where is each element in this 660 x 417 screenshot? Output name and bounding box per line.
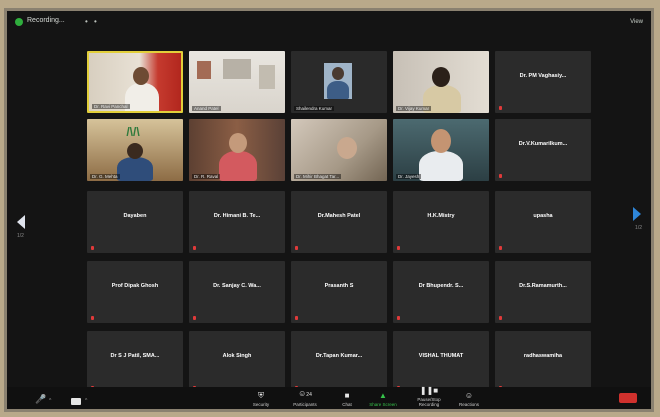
participant-name: Prasanth S xyxy=(324,283,354,289)
muted-mic-icon xyxy=(192,315,198,321)
muted-mic-icon xyxy=(396,315,402,321)
video-tile[interactable]: Dr. Mihir Bhagat Tar... xyxy=(291,119,387,181)
smiley-icon: ☺ xyxy=(464,391,474,400)
recording-controls[interactable]: • • xyxy=(85,17,99,26)
participant-tile[interactable]: VISHAL THUMAT xyxy=(393,331,489,393)
view-button[interactable]: View xyxy=(630,19,643,25)
shield-icon: ⛨ xyxy=(258,391,264,400)
participant-tile[interactable]: H.K.Mistry xyxy=(393,191,489,253)
video-tile[interactable]: Anand Patel xyxy=(189,51,285,113)
participant-name: radhaswamiha xyxy=(523,353,563,359)
audio-options-chevron-icon[interactable]: ^ xyxy=(49,398,51,404)
participant-name-label: Dr. Jayesh xyxy=(396,174,422,179)
participant-tile[interactable]: Dr. Himani B. Te... xyxy=(189,191,285,253)
muted-mic-icon xyxy=(498,105,504,111)
chat-bubble-icon: ■ xyxy=(344,391,350,400)
pause-stop-recording-button[interactable]: ❚❚■ Pause/Stop Recording xyxy=(407,386,451,407)
video-tile[interactable]: Dr. Vijay Kumar xyxy=(393,51,489,113)
participant-name-label: Dr. R. Raval xyxy=(192,174,221,179)
participant-name: Dr. Himani B. Te... xyxy=(213,213,261,219)
participant-tile[interactable]: Dayaben xyxy=(87,191,183,253)
recording-status: Recording... xyxy=(27,17,65,24)
muted-mic-icon xyxy=(498,245,504,251)
video-tile[interactable]: Dr. Jayesh xyxy=(393,119,489,181)
video-camera-icon[interactable] xyxy=(71,398,81,405)
muted-mic-icon xyxy=(498,173,504,179)
participant-name: Alok Singh xyxy=(222,353,252,359)
microphone-icon[interactable]: 🎤 xyxy=(35,394,46,405)
participant-name-label: Dr. Mihir Bhagat Tar... xyxy=(294,174,342,179)
video-tile[interactable]: Shailendra Kumar xyxy=(291,51,387,113)
muted-mic-icon xyxy=(294,245,300,251)
page-indicator-right: 1/2 xyxy=(635,225,642,231)
participant-tile[interactable]: Dr.S.Ramamurth... xyxy=(495,261,591,323)
participant-name-label: Shailendra Kumar xyxy=(294,106,335,111)
participant-tile[interactable]: Prof Dipak Ghosh xyxy=(87,261,183,323)
participant-name: Dr.Tapan Kumar... xyxy=(315,353,363,359)
participant-name-label: Dr. G. Mehta xyxy=(90,174,120,179)
gallery-grid: Dr. Ravi Panchal Anand Patel Shailendra … xyxy=(87,51,592,393)
security-button[interactable]: ⛨ Security xyxy=(243,391,279,407)
people-icon: ☺24 xyxy=(298,389,312,398)
share-screen-button[interactable]: ▲ Share Screen xyxy=(365,391,401,407)
participant-name-label: Anand Patel xyxy=(192,106,221,111)
participants-button[interactable]: ☺24 Participants xyxy=(287,389,323,407)
participant-name: upasha xyxy=(533,213,553,219)
muted-mic-icon xyxy=(192,245,198,251)
participant-tile[interactable]: radhaswamiha xyxy=(495,331,591,393)
participant-tile[interactable]: Dr Bhupendr. S... xyxy=(393,261,489,323)
participant-tile[interactable]: Dr. Sanjay C. Wa... xyxy=(189,261,285,323)
participant-tile[interactable]: Alok Singh xyxy=(189,331,285,393)
participant-name: H.K.Mistry xyxy=(427,213,455,219)
participant-name: VISHAL THUMAT xyxy=(418,353,464,359)
muted-mic-icon xyxy=(498,315,504,321)
end-meeting-button[interactable] xyxy=(619,393,637,403)
participant-name-label: Dr. Ravi Panchal xyxy=(92,104,130,109)
video-options-chevron-icon[interactable]: ^ xyxy=(85,398,87,404)
participant-tile[interactable]: Dr.Tapan Kumar... xyxy=(291,331,387,393)
muted-mic-icon xyxy=(90,245,96,251)
participant-name: Dr.V.Kumarilkum... xyxy=(518,141,568,147)
participant-name: Dr S J Patil, SMA... xyxy=(110,353,160,359)
participant-name-label: Dr. Vijay Kumar xyxy=(396,106,432,111)
chat-button[interactable]: ■ Chat xyxy=(329,391,365,407)
meeting-toolbar: 🎤 ^ ^ ⛨ Security ☺24 Participants ■ Chat… xyxy=(7,386,651,409)
muted-mic-icon xyxy=(396,245,402,251)
video-tile[interactable]: Dr. Ravi Panchal xyxy=(87,51,183,113)
recording-indicator-icon xyxy=(15,18,23,26)
share-screen-icon: ▲ xyxy=(379,391,387,400)
previous-page-arrow-icon[interactable] xyxy=(17,215,25,229)
participant-tile[interactable]: Prasanth S xyxy=(291,261,387,323)
page-indicator-left: 1/2 xyxy=(17,233,24,239)
top-bar: Recording... • • View xyxy=(7,11,651,33)
participant-name: Dayaben xyxy=(123,213,147,219)
participant-name: Dr. Sanjay C. Wa... xyxy=(213,283,261,289)
participant-name: Dr. PM Vaghasiy... xyxy=(519,73,567,79)
participant-tile[interactable]: Dr. PM Vaghasiy... xyxy=(495,51,591,113)
participant-name: Dr.S.Ramamurth... xyxy=(519,283,567,289)
participant-tile[interactable]: Dr.V.Kumarilkum... xyxy=(495,119,591,181)
reactions-button[interactable]: ☺ Reactions xyxy=(451,391,487,407)
participant-name: Dr Bhupendr. S... xyxy=(418,283,464,289)
muted-mic-icon xyxy=(294,315,300,321)
video-tile[interactable]: Dr. R. Raval xyxy=(189,119,285,181)
pause-stop-icon: ❚❚■ xyxy=(419,386,439,395)
participant-tile[interactable]: Dr.Mahesh Patel xyxy=(291,191,387,253)
zoom-window: Recording... • • View 1/2 1/2 Dr. Ravi P… xyxy=(4,8,654,412)
participant-name: Prof Dipak Ghosh xyxy=(111,283,159,289)
participant-tile[interactable]: upasha xyxy=(495,191,591,253)
video-tile[interactable]: /\/\ Dr. G. Mehta xyxy=(87,119,183,181)
next-page-arrow-icon[interactable] xyxy=(633,207,641,221)
participant-tile[interactable]: Dr S J Patil, SMA... xyxy=(87,331,183,393)
muted-mic-icon xyxy=(90,315,96,321)
participant-name: Dr.Mahesh Patel xyxy=(317,213,361,219)
